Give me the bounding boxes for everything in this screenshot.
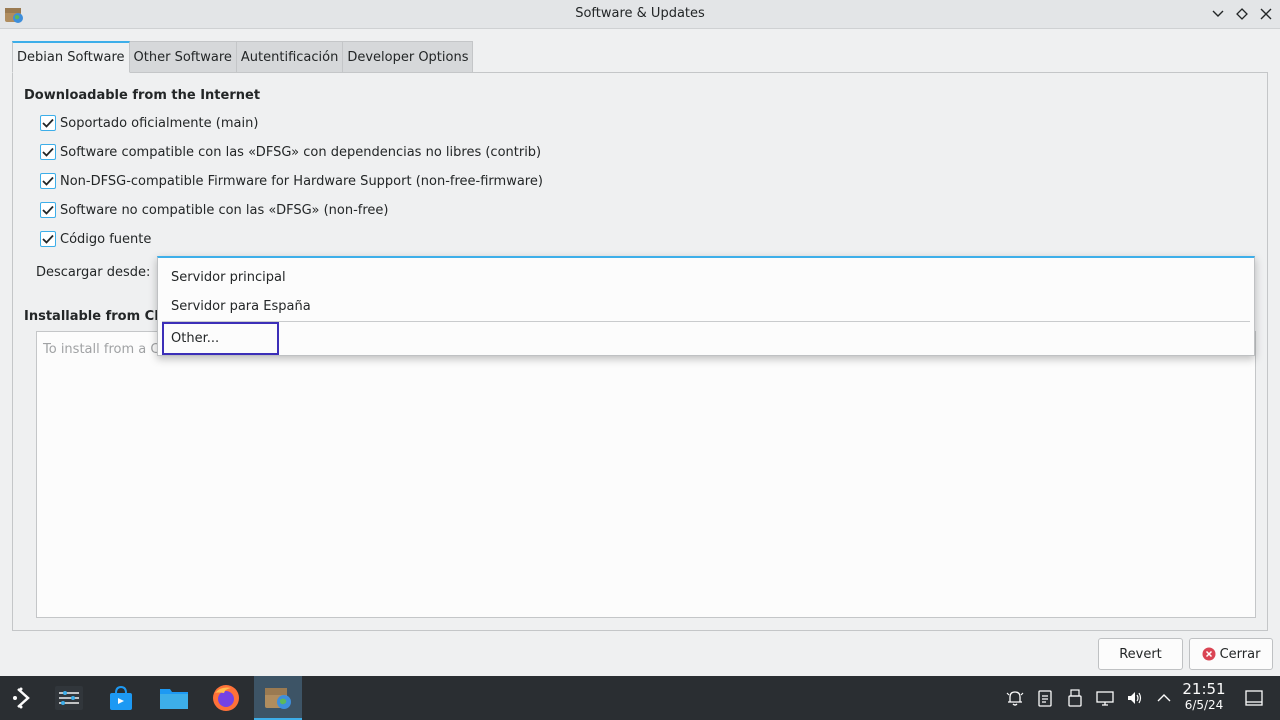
volume-icon	[1128, 692, 1142, 704]
tab-bar: Debian Software Other Software Autentifi…	[12, 41, 474, 73]
window-title: Software & Updates	[575, 6, 705, 21]
checkbox-main[interactable]	[40, 115, 56, 131]
tray-expand[interactable]	[1154, 688, 1174, 708]
component-non-free-row[interactable]: Software no compatible con las «DFSG» (n…	[40, 201, 388, 219]
maximize-button[interactable]	[1233, 5, 1251, 23]
notifications-icon	[1006, 691, 1024, 706]
clock-time: 21:51	[1182, 680, 1226, 698]
tray-expand-icon	[1157, 694, 1171, 702]
file-manager-icon	[160, 689, 188, 709]
application-launcher-icon	[13, 687, 30, 709]
server-option-other[interactable]: Other...	[162, 322, 279, 355]
tray-notifications[interactable]	[1005, 688, 1025, 708]
checkbox-source-code[interactable]	[40, 231, 56, 247]
checkmark-icon	[42, 147, 54, 157]
server-option-spain[interactable]: Servidor para España	[158, 292, 1254, 321]
checkbox-contrib[interactable]	[40, 144, 56, 160]
checkbox-non-free-firmware[interactable]	[40, 173, 56, 189]
chevron-down-icon	[1212, 10, 1224, 17]
checkmark-icon	[42, 176, 54, 186]
system-settings-icon	[55, 686, 83, 710]
minimize-button[interactable]	[1209, 5, 1227, 23]
tray-clipboard[interactable]	[1035, 688, 1055, 708]
download-from-label: Descargar desde:	[36, 265, 151, 280]
revert-button-label: Revert	[1119, 646, 1162, 662]
dropdown-separator	[162, 321, 1250, 322]
server-dropdown-popup: Servidor principal Servidor para España …	[157, 256, 1255, 356]
component-main-row[interactable]: Soportado oficialmente (main)	[40, 114, 258, 132]
close-circle-icon	[1202, 647, 1216, 661]
tab-other-software[interactable]: Other Software	[129, 41, 237, 73]
close-window-button[interactable]	[1257, 5, 1275, 23]
cdrom-section-heading: Installable from CD-	[24, 309, 171, 324]
firefox-icon	[213, 685, 239, 711]
checkmark-icon	[42, 205, 54, 215]
tab-debian-software[interactable]: Debian Software	[12, 41, 130, 73]
checkbox-contrib-label: Software compatible con las «DFSG» con d…	[60, 144, 542, 160]
close-button[interactable]: Cerrar	[1189, 638, 1273, 670]
checkbox-source-code-label: Código fuente	[60, 231, 152, 247]
checkmark-icon	[42, 118, 54, 128]
checkbox-main-label: Soportado oficialmente (main)	[60, 115, 259, 131]
show-desktop-icon	[1245, 690, 1263, 706]
application-launcher[interactable]	[0, 676, 44, 720]
title-bar: Software & Updates	[0, 0, 1280, 29]
revert-button[interactable]: Revert	[1098, 638, 1183, 670]
digital-clock[interactable]: 21:51 6/5/24	[1181, 680, 1227, 712]
clock-date: 6/5/24	[1184, 698, 1224, 712]
taskbar-firefox[interactable]	[204, 676, 248, 720]
checkbox-non-free[interactable]	[40, 202, 56, 218]
tray-volume[interactable]	[1125, 688, 1145, 708]
diamond-icon	[1236, 8, 1248, 20]
usb-device-icon	[1068, 689, 1082, 707]
checkmark-icon	[42, 234, 54, 244]
component-contrib-row[interactable]: Software compatible con las «DFSG» con d…	[40, 143, 541, 161]
software-updates-icon	[265, 688, 291, 709]
tray-usb-device[interactable]	[1065, 688, 1085, 708]
taskbar-file-manager[interactable]	[152, 676, 196, 720]
component-non-free-firmware-row[interactable]: Non-DFSG-compatible Firmware for Hardwar…	[40, 172, 543, 190]
show-desktop-button[interactable]	[1244, 688, 1264, 708]
taskbar-system-settings[interactable]	[47, 676, 91, 720]
tray-network[interactable]	[1095, 688, 1115, 708]
component-source-row[interactable]: Código fuente	[40, 230, 151, 248]
clipboard-icon	[1038, 690, 1052, 707]
taskbar-discover[interactable]	[99, 676, 143, 720]
close-icon	[1260, 8, 1272, 20]
internet-section-heading: Downloadable from the Internet	[24, 88, 261, 103]
discover-store-icon	[110, 685, 132, 710]
cdrom-placeholder: To install from a CD	[43, 342, 170, 357]
tab-authentication[interactable]: Autentificación	[236, 41, 344, 73]
cdrom-list[interactable]: To install from a CD	[36, 331, 1256, 618]
tab-developer-options[interactable]: Developer Options	[343, 41, 474, 73]
taskbar	[0, 676, 1280, 720]
taskbar-software-updates[interactable]	[254, 676, 302, 720]
server-option-main[interactable]: Servidor principal	[158, 263, 1254, 292]
checkbox-non-free-firmware-label: Non-DFSG-compatible Firmware for Hardwar…	[60, 173, 543, 189]
close-button-label: Cerrar	[1219, 646, 1261, 662]
network-icon	[1096, 691, 1114, 706]
checkbox-non-free-label: Software no compatible con las «DFSG» (n…	[60, 202, 389, 218]
